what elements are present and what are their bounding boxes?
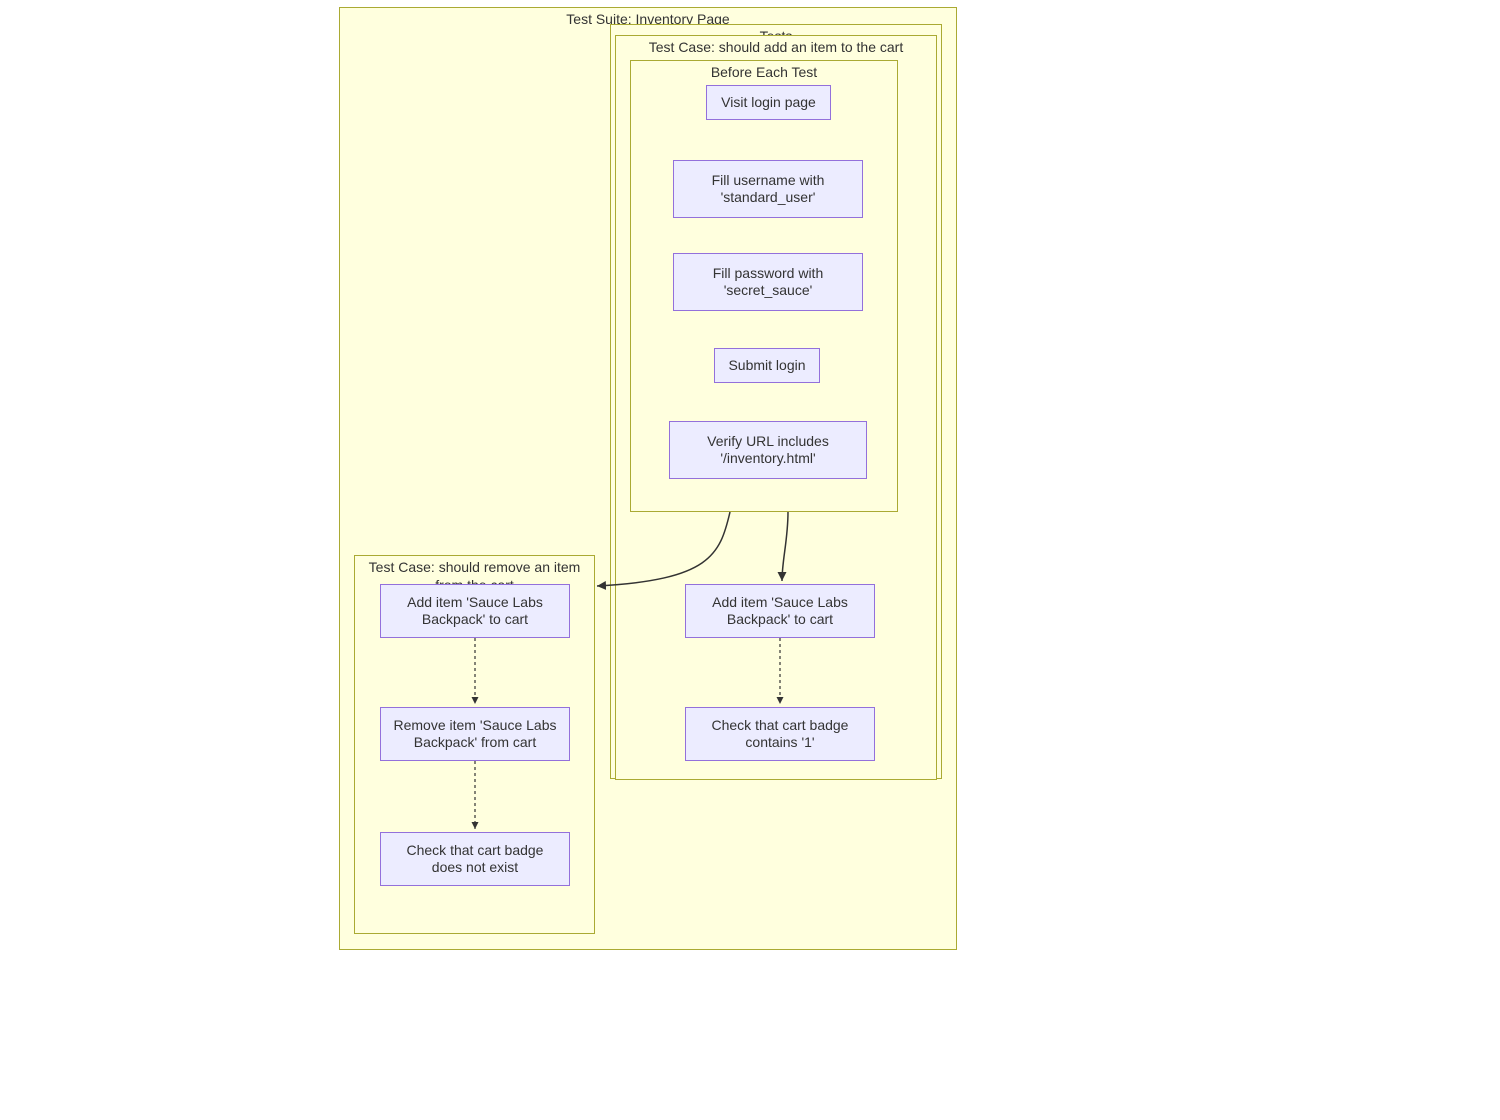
node-fill-password: Fill password with 'secret_sauce' [673,253,863,311]
node-check-badge-not-exist: Check that cart badge does not exist [380,832,570,886]
node-check-badge-1: Check that cart badge contains '1' [685,707,875,761]
node-remove-backpack: Remove item 'Sauce Labs Backpack' from c… [380,707,570,761]
node-add-backpack-1: Add item 'Sauce Labs Backpack' to cart [685,584,875,638]
node-visit-login: Visit login page [706,85,831,120]
subgraph-title-test-add: Test Case: should add an item to the car… [616,36,936,60]
subgraph-title-before-each: Before Each Test [631,61,897,85]
node-fill-username: Fill username with 'standard_user' [673,160,863,218]
node-submit-login: Submit login [714,348,820,383]
node-add-backpack-2: Add item 'Sauce Labs Backpack' to cart [380,584,570,638]
node-verify-url: Verify URL includes '/inventory.html' [669,421,867,479]
